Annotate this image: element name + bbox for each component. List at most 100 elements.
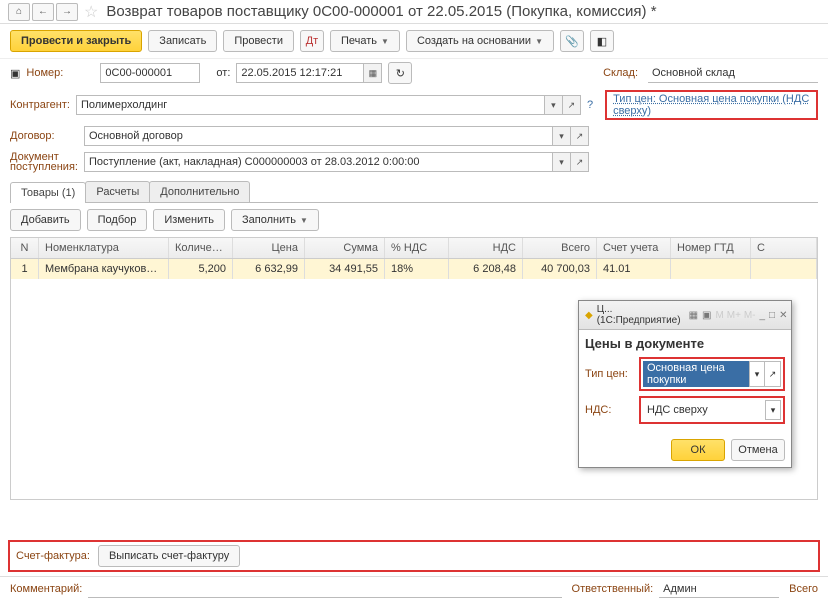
refresh-icon[interactable]: ↻ (388, 62, 412, 84)
cell-gtd (671, 259, 751, 279)
date-input[interactable]: 22.05.2015 12:17:21 (236, 63, 364, 83)
help-icon[interactable]: ? (587, 99, 593, 111)
number-label: Номер: (26, 67, 94, 79)
tab-calc[interactable]: Расчеты (85, 181, 150, 202)
add-row-button[interactable]: Добавить (10, 209, 81, 231)
cell-total: 40 700,03 (523, 259, 597, 279)
dropdown-icon[interactable]: ▾ (765, 400, 781, 420)
popup-titlebar[interactable]: ◆ Ц... (1С:Предприятие) ▦ ▣ M M+ M- _ □ … (579, 301, 791, 330)
popup-cancel-button[interactable]: Отмена (731, 439, 785, 461)
contract-label: Договор: (10, 130, 78, 142)
popup-vat-label: НДС: (585, 404, 633, 416)
col-n[interactable]: N (11, 238, 39, 258)
cell-sum: 34 491,55 (305, 259, 385, 279)
caret-icon: ▼ (381, 37, 389, 46)
cell-rest (751, 259, 817, 279)
col-price[interactable]: Цена (233, 238, 305, 258)
popup-heading: Цены в документе (585, 336, 785, 351)
popup-window-title: Ц... (1С:Предприятие) (597, 304, 681, 326)
price-type-link[interactable]: Тип цен: Основная цена покупки (НДС свер… (605, 90, 818, 120)
col-rest[interactable]: С (751, 238, 817, 258)
change-button[interactable]: Изменить (153, 209, 225, 231)
total-label: Всего (789, 583, 818, 595)
post-button[interactable]: Провести (223, 30, 294, 52)
cell-pnds: 18% (385, 259, 449, 279)
popup-tool-icon2[interactable]: ▣ (702, 309, 711, 321)
warehouse-field[interactable]: Основной склад (648, 63, 818, 83)
popup-vat-input[interactable]: НДС сверху (643, 400, 765, 420)
cell-n: 1 (11, 259, 39, 279)
page-title: Возврат товаров поставщику 0С00-000001 о… (106, 3, 656, 20)
col-nomenclature[interactable]: Номенклатура (39, 238, 169, 258)
invoice-section: Счет-фактура: Выписать счет-фактуру (8, 540, 820, 572)
popup-m2: M+ (728, 309, 740, 321)
responsible-input[interactable]: Админ (659, 580, 779, 598)
open-icon[interactable]: ↗ (571, 126, 589, 146)
comment-input[interactable] (88, 580, 561, 598)
popup-close-icon[interactable]: ✕ (779, 309, 787, 321)
col-account[interactable]: Счет учета (597, 238, 671, 258)
pick-button[interactable]: Подбор (87, 209, 148, 231)
fill-label: Заполнить (242, 214, 296, 226)
create-on-basis-label: Создать на основании (417, 35, 531, 47)
extra-button[interactable]: ◧ (590, 30, 614, 52)
contractor-input[interactable]: Полимерхолдинг (76, 95, 545, 115)
popup-ok-button[interactable]: ОК (671, 439, 725, 461)
dropdown-icon[interactable]: ▾ (553, 126, 571, 146)
invoice-label: Счет-фактура: (16, 550, 90, 562)
fill-button[interactable]: Заполнить ▼ (231, 209, 319, 231)
cell-nom: Мембрана каучуковая (4х1... (39, 259, 169, 279)
dropdown-icon[interactable]: ▾ (545, 95, 563, 115)
popup-maximize-icon[interactable]: □ (769, 309, 775, 321)
col-sum[interactable]: Сумма (305, 238, 385, 258)
dropdown-icon[interactable]: ▾ (749, 361, 765, 387)
open-icon[interactable]: ↗ (765, 361, 781, 387)
col-pnds[interactable]: % НДС (385, 238, 449, 258)
doc-icon: ▣ (10, 67, 20, 80)
caret-icon: ▼ (300, 216, 308, 225)
tab-additional[interactable]: Дополнительно (149, 181, 250, 202)
create-on-basis-button[interactable]: Создать на основании ▼ (406, 30, 554, 52)
open-icon[interactable]: ↗ (563, 95, 581, 115)
prices-popup: ◆ Ц... (1С:Предприятие) ▦ ▣ M M+ M- _ □ … (578, 300, 792, 468)
post-and-close-button[interactable]: Провести и закрыть (10, 30, 142, 52)
warehouse-label: Склад: (603, 67, 638, 79)
tab-goods[interactable]: Товары (1) (10, 182, 86, 203)
cell-price: 6 632,99 (233, 259, 305, 279)
attach-button[interactable]: 📎 (560, 30, 584, 52)
popup-minimize-icon[interactable]: _ (759, 309, 765, 321)
popup-price-label: Тип цен: (585, 368, 633, 380)
col-total[interactable]: Всего (523, 238, 597, 258)
contract-input[interactable]: Основной договор (84, 126, 553, 146)
forward-button[interactable]: → (56, 3, 78, 21)
col-gtd[interactable]: Номер ГТД (671, 238, 751, 258)
table-header: N Номенклатура Количество Цена Сумма % Н… (11, 238, 817, 259)
comment-label: Комментарий: (10, 583, 82, 595)
calendar-icon[interactable]: ▦ (364, 63, 382, 83)
open-icon[interactable]: ↗ (571, 152, 589, 172)
cell-nds: 6 208,48 (449, 259, 523, 279)
popup-m3: M- (744, 309, 756, 321)
save-button[interactable]: Записать (148, 30, 217, 52)
table-row[interactable]: 1 Мембрана каучуковая (4х1... 5,200 6 63… (11, 259, 817, 279)
date-label: от: (216, 67, 230, 79)
back-button[interactable]: ← (32, 3, 54, 21)
favorite-icon[interactable]: ☆ (84, 2, 98, 22)
popup-m1: M (715, 309, 723, 321)
receipt-label: Документ поступления: (10, 152, 78, 172)
number-input[interactable]: 0С00-000001 (100, 63, 200, 83)
contractor-label: Контрагент: (10, 99, 70, 111)
home-button[interactable]: ⌂ (8, 3, 30, 21)
dt-kt-button[interactable]: Дт (300, 30, 324, 52)
caret-icon: ▼ (535, 37, 543, 46)
popup-tool-icon[interactable]: ▦ (689, 309, 698, 321)
dropdown-icon[interactable]: ▾ (553, 152, 571, 172)
col-qty[interactable]: Количество (169, 238, 233, 258)
write-invoice-button[interactable]: Выписать счет-фактуру (98, 545, 240, 567)
print-label: Печать (341, 35, 377, 47)
responsible-label: Ответственный: (572, 583, 654, 595)
popup-price-input[interactable]: Основная цена покупки (643, 361, 749, 387)
print-button[interactable]: Печать ▼ (330, 30, 400, 52)
receipt-input[interactable]: Поступление (акт, накладная) С000000003 … (84, 152, 553, 172)
col-nds[interactable]: НДС (449, 238, 523, 258)
